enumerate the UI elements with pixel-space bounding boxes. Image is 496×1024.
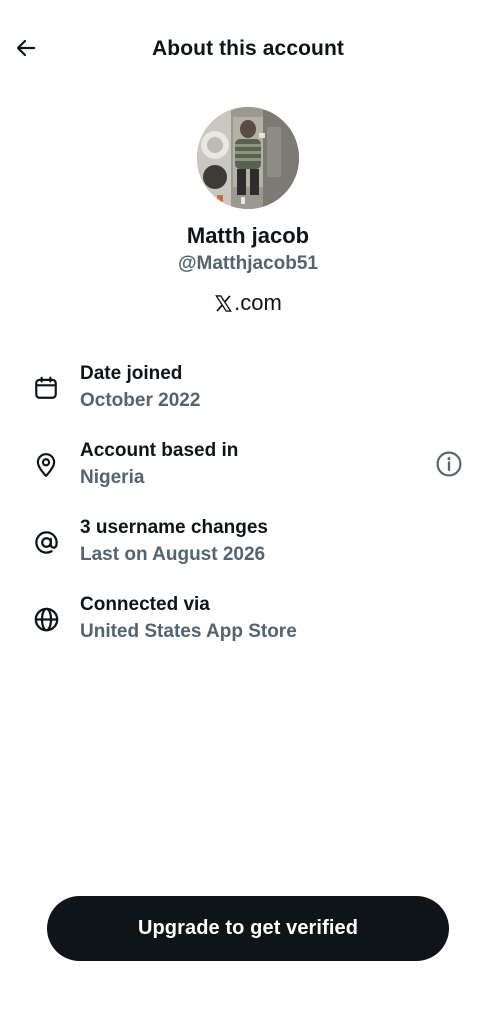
detail-value: Nigeria [80,467,145,488]
calendar-icon [30,372,62,404]
detail-value: Last on August 2026 [80,544,266,565]
detail-row-date-joined: Date joined October 2022 [0,360,496,420]
detail-row-connected-via: Connected via United States App Store [0,591,496,651]
detail-title: 3 username changes [80,517,268,538]
x-logo-icon [215,294,233,312]
globe-icon [30,603,62,635]
location-pin-icon [30,449,62,481]
site-label: .com [0,290,496,316]
detail-title: Connected via [80,594,210,615]
avatar [197,107,299,209]
header: About this account [0,0,496,100]
info-icon [436,451,462,477]
detail-title: Date joined [80,363,183,384]
detail-title: Account based in [80,440,239,461]
upgrade-verified-button[interactable]: Upgrade to get verified [47,896,449,961]
about-account-screen: About this account Matth jacob @Matthjac… [0,0,496,1024]
at-sign-icon [30,526,62,558]
site-suffix: .com [234,290,282,315]
display-name: Matth jacob [186,223,310,248]
account-location-info-button[interactable] [434,449,464,479]
detail-value: October 2022 [80,390,201,411]
user-handle: @Matthjacob51 [178,253,318,274]
detail-row-account-based-in: Account based in Nigeria [0,437,496,497]
detail-row-username-changes: 3 username changes Last on August 2026 [0,514,496,574]
page-title: About this account [152,37,344,60]
detail-value: United States App Store [80,621,297,642]
